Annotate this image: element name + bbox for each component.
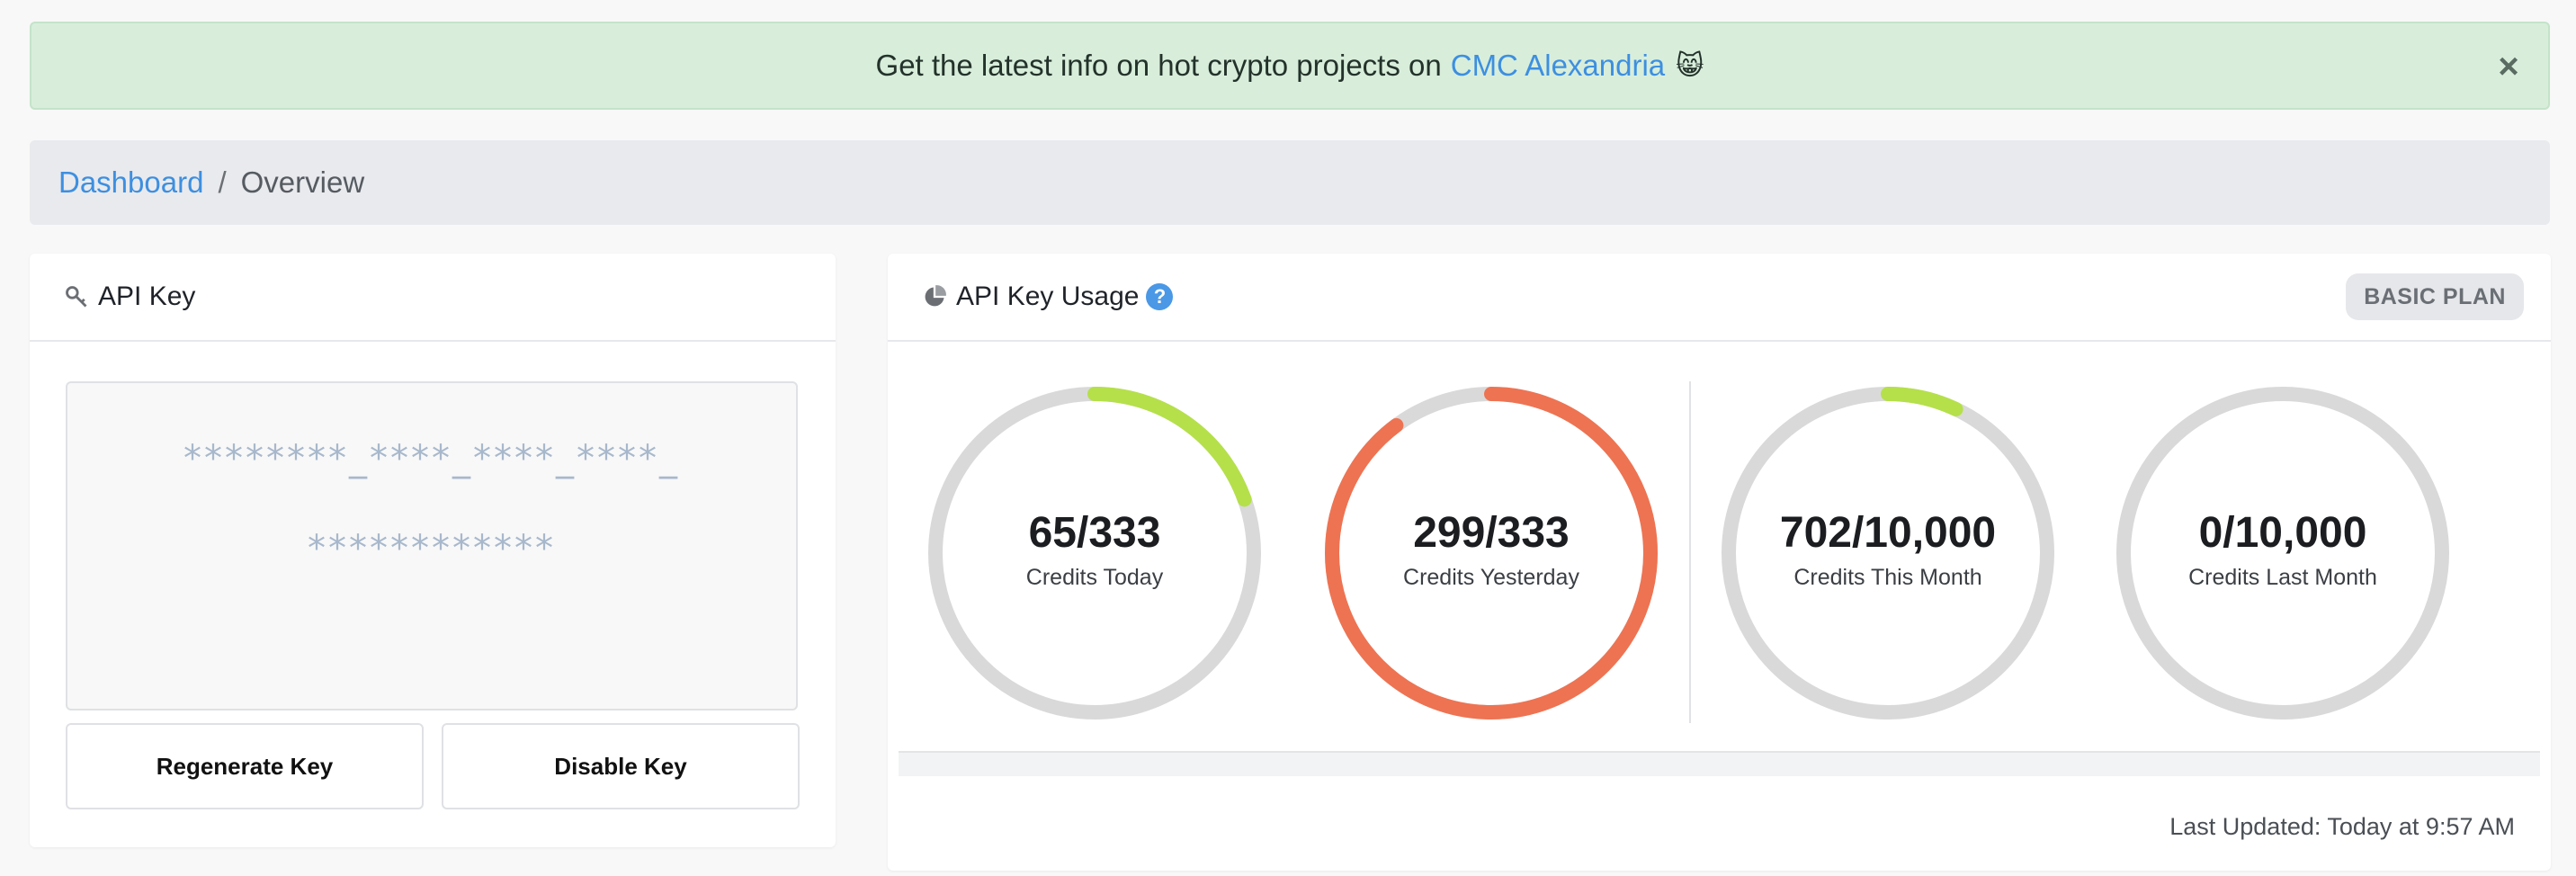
api-key-title: API Key xyxy=(98,282,196,311)
gauge-credits-this-month: 702/10,000 Credits This Month xyxy=(1722,387,2054,720)
gauge-label: Credits This Month xyxy=(1793,565,1982,590)
gauge-value: 702/10,000 xyxy=(1779,509,1997,557)
gauge-label: Credits Yesterday xyxy=(1403,565,1579,590)
plan-badge: BASIC PLAN xyxy=(2346,273,2524,320)
gauge-divider xyxy=(1689,381,1691,723)
api-key-masked-field[interactable]: ********_****_****_****_ ************ xyxy=(66,381,798,711)
breadcrumb-dashboard-link[interactable]: Dashboard xyxy=(58,165,203,200)
gauge-value: 65/333 xyxy=(1028,509,1161,557)
gauge-label: Credits Last Month xyxy=(2188,565,2377,590)
announcement-banner: Get the latest info on hot crypto projec… xyxy=(30,22,2550,110)
gauge-credits-today: 65/333 Credits Today xyxy=(928,387,1261,720)
breadcrumb-separator: / xyxy=(218,165,227,199)
key-icon xyxy=(64,283,91,310)
api-key-usage-card: API Key Usage ? BASIC PLAN 65/333 Credit… xyxy=(888,254,2551,871)
usage-progress-strip xyxy=(899,751,2540,776)
gauge-label: Credits Today xyxy=(1025,565,1164,590)
cat-emoji-icon: 😸 xyxy=(1676,50,1704,81)
pie-chart-icon xyxy=(922,283,949,310)
gauge-value: 299/333 xyxy=(1413,509,1570,557)
breadcrumb: Dashboard / Overview xyxy=(30,140,2550,225)
usage-title: API Key Usage xyxy=(956,282,1140,311)
api-key-card: API Key ********_****_****_****_ *******… xyxy=(30,254,836,847)
api-key-card-header: API Key xyxy=(30,254,836,342)
usage-card-header: API Key Usage ? xyxy=(888,254,2551,342)
disable-key-button[interactable]: Disable Key xyxy=(442,723,800,809)
banner-text: Get the latest info on hot crypto projec… xyxy=(875,49,1442,82)
api-key-line-2: ************ xyxy=(308,528,556,569)
gauge-credits-last-month: 0/10,000 Credits Last Month xyxy=(2116,387,2449,720)
gauge-value: 0/10,000 xyxy=(2198,509,2367,557)
breadcrumb-current: Overview xyxy=(240,165,365,199)
api-key-line-1: ********_****_****_****_ xyxy=(183,438,680,479)
gauge-credits-yesterday: 299/333 Credits Yesterday xyxy=(1325,387,1658,720)
help-icon[interactable]: ? xyxy=(1146,283,1174,310)
banner-link[interactable]: CMC Alexandria xyxy=(1451,49,1665,83)
close-icon[interactable]: × xyxy=(2491,47,2527,86)
last-updated-text: Last Updated: Today at 9:57 AM xyxy=(2169,813,2515,840)
regenerate-key-button[interactable]: Regenerate Key xyxy=(66,723,424,809)
